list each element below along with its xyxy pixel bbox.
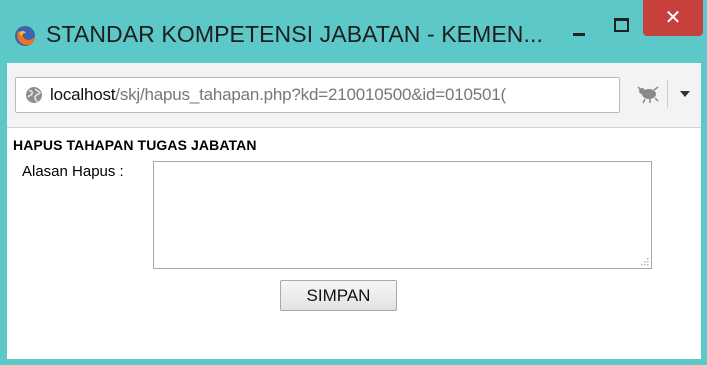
url-path: /skj/hapus_tahapan.php?kd=210010500&id=0… <box>115 85 506 104</box>
minimize-button[interactable] <box>562 16 596 46</box>
page-content: HAPUS TAHAPAN TUGAS JABATAN Alasan Hapus… <box>7 128 701 359</box>
bug-icon[interactable] <box>635 81 661 105</box>
url-host: localhost <box>50 85 116 104</box>
window-titlebar[interactable]: STANDAR KOMPETENSI JABATAN - KEMEN... ✕ <box>0 0 707 63</box>
toolbar-separator <box>667 80 668 108</box>
reason-label: Alasan Hapus : <box>22 163 124 180</box>
chevron-down-icon[interactable] <box>675 83 695 103</box>
page-title: HAPUS TAHAPAN TUGAS JABATAN <box>13 137 257 153</box>
url-text[interactable]: localhost/skj/hapus_tahapan.php?kd=21001… <box>50 85 506 105</box>
address-bar[interactable]: localhost/skj/hapus_tahapan.php?kd=21001… <box>15 77 620 113</box>
globe-icon[interactable] <box>25 86 43 104</box>
firefox-icon <box>15 26 35 46</box>
close-icon: ✕ <box>664 5 682 29</box>
resize-grip-icon[interactable] <box>639 256 649 266</box>
reason-textarea[interactable] <box>153 161 652 269</box>
window-title: STANDAR KOMPETENSI JABATAN - KEMEN... <box>46 21 543 47</box>
maximize-button[interactable] <box>604 10 638 40</box>
save-button[interactable]: SIMPAN <box>280 280 397 311</box>
close-button[interactable]: ✕ <box>643 0 703 36</box>
navigation-bar: localhost/skj/hapus_tahapan.php?kd=21001… <box>7 63 701 128</box>
